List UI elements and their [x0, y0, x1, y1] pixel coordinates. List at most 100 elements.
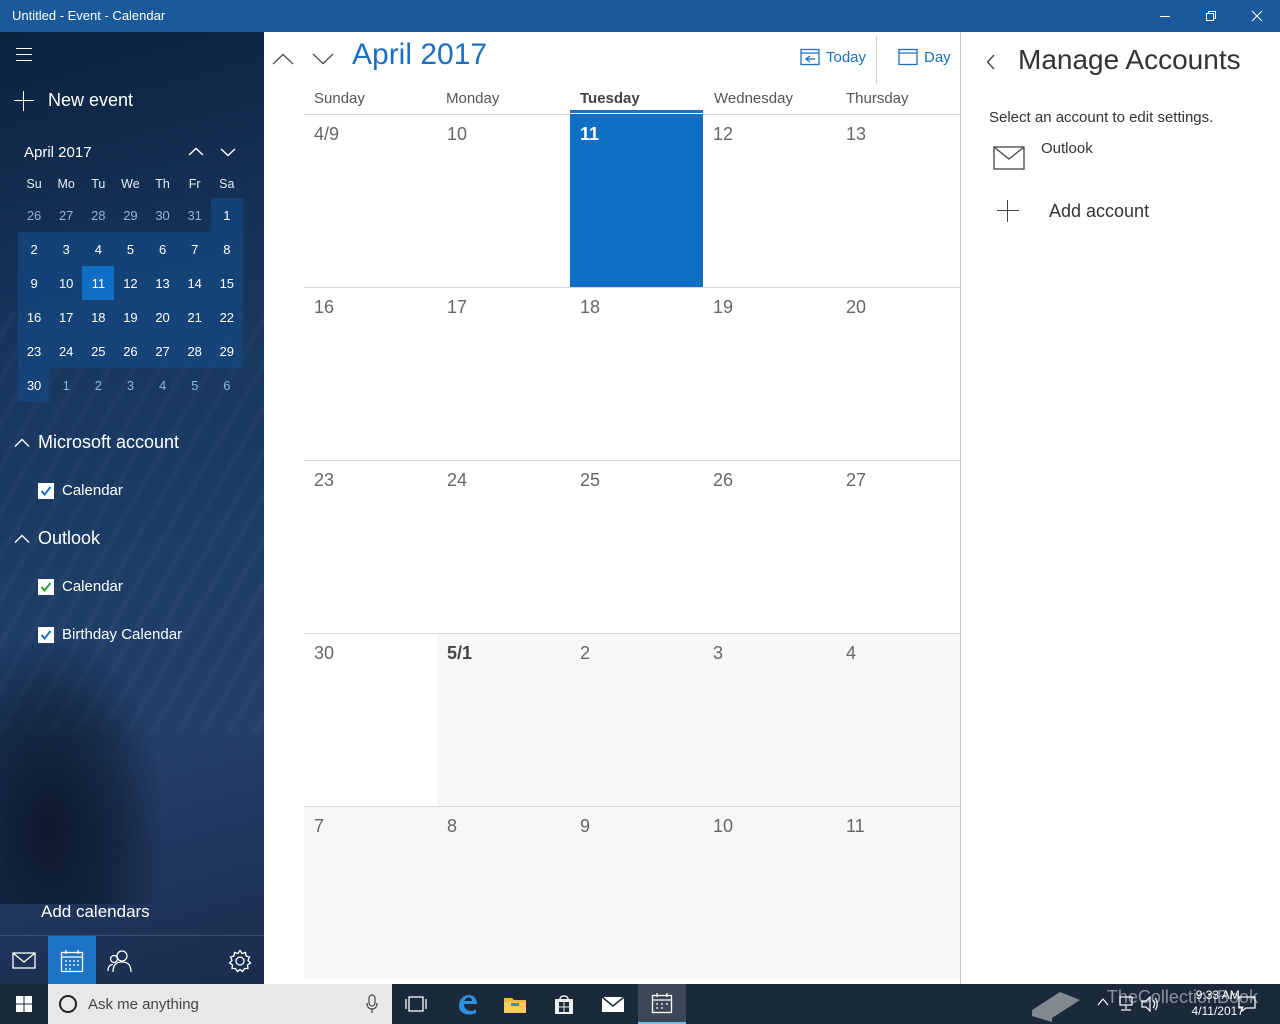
- mini-calendar-day[interactable]: 6: [146, 232, 179, 266]
- edge-browser-icon[interactable]: [443, 984, 491, 1024]
- mini-calendar-day[interactable]: 9: [18, 266, 51, 300]
- day-cell[interactable]: 16: [304, 287, 437, 460]
- checkbox[interactable]: [38, 626, 54, 643]
- mini-calendar-day[interactable]: 4: [147, 368, 179, 402]
- mini-calendar-day[interactable]: 3: [114, 368, 146, 402]
- mini-calendar-previous-icon[interactable]: [184, 140, 208, 164]
- mini-calendar-day[interactable]: 2: [82, 368, 114, 402]
- day-cell[interactable]: 27: [836, 460, 960, 633]
- mini-calendar-day[interactable]: 1: [50, 368, 82, 402]
- checkbox[interactable]: [38, 578, 54, 595]
- previous-month-icon[interactable]: [268, 44, 298, 74]
- mini-calendar-day[interactable]: 3: [50, 232, 83, 266]
- mini-calendar-day[interactable]: 14: [178, 266, 211, 300]
- mini-calendar-day[interactable]: 23: [18, 334, 51, 368]
- next-month-icon[interactable]: [308, 44, 338, 74]
- mini-calendar-day[interactable]: 18: [82, 300, 115, 334]
- mini-calendar-day[interactable]: 19: [114, 300, 147, 334]
- mini-calendar-day[interactable]: 28: [82, 198, 114, 232]
- mini-calendar-day[interactable]: 4: [82, 232, 115, 266]
- day-cell[interactable]: 20: [836, 287, 960, 460]
- day-cell[interactable]: 10: [703, 806, 836, 979]
- calendar-item-microsoft-calendar[interactable]: Calendar: [38, 482, 123, 499]
- day-cell[interactable]: 9: [570, 806, 703, 979]
- mini-calendar-day[interactable]: 21: [178, 300, 211, 334]
- day-cell[interactable]: 3: [703, 633, 836, 806]
- day-cell[interactable]: 25: [570, 460, 703, 633]
- mini-calendar-day[interactable]: 24: [50, 334, 83, 368]
- windows-start-icon[interactable]: [0, 984, 48, 1024]
- people-icon[interactable]: [96, 936, 144, 984]
- day-cell[interactable]: 19: [703, 287, 836, 460]
- day-cell[interactable]: 4/9: [304, 114, 437, 287]
- mini-calendar-day[interactable]: 1: [210, 198, 243, 232]
- mini-calendar-day[interactable]: 27: [50, 198, 82, 232]
- back-arrow-icon[interactable]: [979, 50, 1003, 74]
- restore-button[interactable]: [1188, 0, 1234, 32]
- today-button[interactable]: Today: [800, 48, 866, 66]
- hamburger-menu-icon[interactable]: [16, 48, 32, 62]
- mini-calendar-day[interactable]: 30: [18, 368, 51, 402]
- mini-calendar-day[interactable]: 11: [82, 266, 115, 300]
- mini-calendar-day[interactable]: 2: [18, 232, 51, 266]
- mini-calendar-day[interactable]: 31: [179, 198, 211, 232]
- calendar-item-outlook-calendar[interactable]: Calendar: [38, 578, 123, 595]
- calendar-item-birthday-calendar[interactable]: Birthday Calendar: [38, 626, 182, 643]
- day-cell[interactable]: 12: [703, 114, 836, 287]
- day-cell[interactable]: 5/1: [437, 633, 570, 806]
- mini-calendar-day[interactable]: 22: [210, 300, 243, 334]
- mini-calendar-day[interactable]: 15: [210, 266, 243, 300]
- view-switcher-button[interactable]: Day: [898, 48, 951, 66]
- mini-calendar-day[interactable]: 16: [18, 300, 51, 334]
- day-cell[interactable]: 30: [304, 633, 437, 806]
- month-title[interactable]: April 2017: [352, 38, 487, 72]
- mini-calendar-day[interactable]: 26: [114, 334, 147, 368]
- account-item-outlook[interactable]: Outlook: [989, 138, 1269, 178]
- day-cell[interactable]: 18: [570, 287, 703, 460]
- mini-calendar-day[interactable]: 5: [114, 232, 147, 266]
- mini-calendar-day[interactable]: 10: [50, 266, 83, 300]
- mini-calendar-day[interactable]: 28: [178, 334, 211, 368]
- day-cell[interactable]: 23: [304, 460, 437, 633]
- mini-calendar-day[interactable]: 7: [178, 232, 211, 266]
- add-account-button[interactable]: Add account: [989, 200, 1149, 222]
- day-cell[interactable]: 2: [570, 633, 703, 806]
- settings-gear-icon[interactable]: [216, 936, 264, 984]
- day-cell[interactable]: 11: [836, 806, 960, 979]
- task-view-icon[interactable]: [392, 984, 440, 1024]
- day-cell[interactable]: 4: [836, 633, 960, 806]
- group-header-microsoft-account[interactable]: Microsoft account: [14, 432, 179, 453]
- day-cell[interactable]: 10: [437, 114, 570, 287]
- mail-icon[interactable]: [0, 936, 48, 984]
- day-cell[interactable]: 13: [836, 114, 960, 287]
- mini-calendar-day[interactable]: 5: [179, 368, 211, 402]
- mini-calendar-day[interactable]: 8: [210, 232, 243, 266]
- add-calendars-link[interactable]: Add calendars: [41, 902, 150, 922]
- day-cell[interactable]: 8: [437, 806, 570, 979]
- mini-calendar-day[interactable]: 20: [146, 300, 179, 334]
- mini-calendar-day[interactable]: 6: [211, 368, 243, 402]
- new-event-button[interactable]: New event: [14, 90, 133, 111]
- mini-calendar-next-icon[interactable]: [216, 140, 240, 164]
- system-clock[interactable]: 9:33 AM 4/11/2017: [1192, 987, 1245, 1019]
- mini-calendar-day[interactable]: 29: [114, 198, 146, 232]
- day-cell[interactable]: 26: [703, 460, 836, 633]
- day-cell[interactable]: 7: [304, 806, 437, 979]
- mini-calendar-day[interactable]: 25: [82, 334, 115, 368]
- calendar-icon[interactable]: [48, 936, 96, 984]
- mini-calendar-day[interactable]: 27: [146, 334, 179, 368]
- close-button[interactable]: [1234, 0, 1280, 32]
- group-header-outlook[interactable]: Outlook: [14, 528, 100, 549]
- cortana-search-box[interactable]: Ask me anything: [48, 984, 392, 1024]
- minimize-button[interactable]: [1142, 0, 1188, 32]
- mini-calendar-day[interactable]: 13: [146, 266, 179, 300]
- day-cell[interactable]: 24: [437, 460, 570, 633]
- mini-calendar-day[interactable]: 12: [114, 266, 147, 300]
- day-cell[interactable]: 11: [570, 114, 703, 287]
- file-explorer-icon[interactable]: [491, 984, 539, 1024]
- day-cell[interactable]: 17: [437, 287, 570, 460]
- mini-calendar-day[interactable]: 26: [18, 198, 50, 232]
- mini-calendar-day[interactable]: 30: [147, 198, 179, 232]
- checkbox[interactable]: [38, 482, 54, 499]
- store-icon[interactable]: [540, 984, 588, 1024]
